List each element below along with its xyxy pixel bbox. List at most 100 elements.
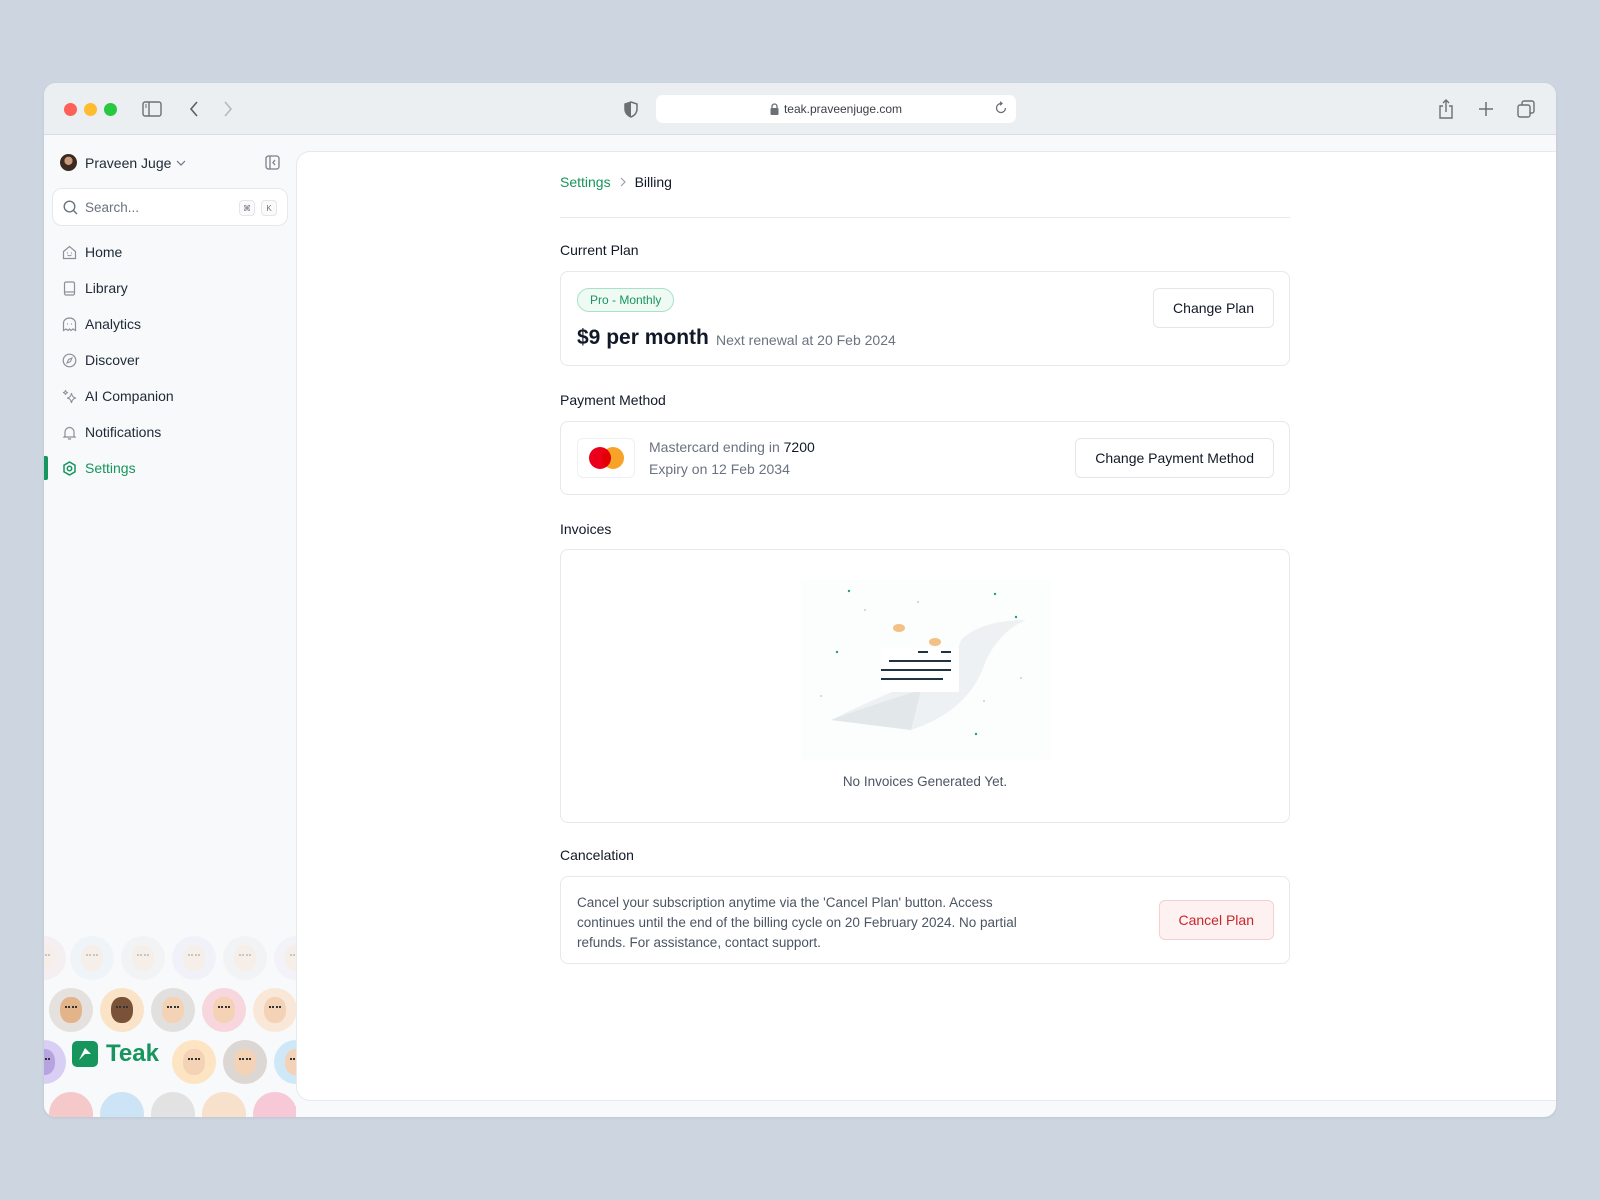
memoji-avatar — [44, 1040, 66, 1084]
close-window-button[interactable] — [64, 103, 77, 116]
sidebar-toggle-icon[interactable] — [140, 97, 164, 121]
empty-invoices-illustration — [801, 580, 1051, 760]
memoji-avatar — [70, 936, 114, 980]
user-name: Praveen Juge — [85, 154, 172, 171]
header-divider — [560, 217, 1290, 218]
memoji-avatar — [223, 1040, 267, 1084]
address-bar[interactable]: teak.praveenjuge.com — [656, 95, 1016, 123]
collapse-sidebar-icon[interactable] — [265, 155, 280, 170]
card-expiry: Expiry on 12 Feb 2034 — [649, 461, 790, 477]
memoji-avatar — [223, 936, 267, 980]
breadcrumb: Settings Billing — [560, 174, 672, 190]
memoji-avatar — [172, 936, 216, 980]
new-tab-icon[interactable] — [1474, 97, 1498, 121]
memoji-avatar — [49, 988, 93, 1032]
breadcrumb-settings-link[interactable]: Settings — [560, 174, 611, 190]
user-menu[interactable]: Praveen Juge — [60, 154, 186, 171]
brand-name: Teak — [106, 1040, 159, 1067]
payment-method-card: Mastercard ending in 7200 Expiry on 12 F… — [560, 421, 1290, 495]
sidebar-nav: Home Library Analytics Discover AI Compa… — [44, 234, 296, 486]
sidebar-item-label: Home — [85, 244, 123, 260]
sidebar-item-ai-companion[interactable]: AI Companion — [44, 378, 296, 414]
memoji-avatar — [121, 936, 165, 980]
tabs-overview-icon[interactable] — [1514, 97, 1538, 121]
analytics-icon — [62, 316, 77, 332]
memoji-avatar — [49, 1092, 93, 1117]
memoji-avatar — [253, 988, 296, 1032]
current-plan-title: Current Plan — [560, 242, 639, 258]
settings-icon — [62, 460, 77, 476]
share-icon[interactable] — [1434, 97, 1458, 121]
avatar — [60, 154, 77, 171]
sidebar-item-label: Library — [85, 280, 128, 296]
sidebar-item-home[interactable]: Home — [44, 234, 296, 270]
memoji-avatar — [151, 1092, 195, 1117]
memoji-avatar — [274, 1040, 296, 1084]
lock-icon — [770, 103, 779, 115]
mastercard-icon — [577, 438, 635, 478]
search-box[interactable]: ⌘ K — [52, 188, 288, 226]
cancel-plan-button[interactable]: Cancel Plan — [1158, 900, 1274, 940]
card-info: Mastercard ending in 7200 — [649, 439, 815, 455]
card-last4: 7200 — [783, 439, 815, 455]
sidebar-item-notifications[interactable]: Notifications — [44, 414, 296, 450]
memoji-avatar — [100, 988, 144, 1032]
main-content: Settings Billing Current Plan Pro - Mont… — [296, 151, 1556, 1101]
plan-price: $9 per month — [577, 326, 709, 349]
sidebar-item-analytics[interactable]: Analytics — [44, 306, 296, 342]
sidebar-item-label: Discover — [85, 352, 140, 368]
current-plan-card: Pro - Monthly $9 per month Next renewal … — [560, 271, 1290, 366]
card-label: Mastercard ending in — [649, 439, 780, 455]
url-text: teak.praveenjuge.com — [783, 102, 903, 116]
memoji-avatar — [100, 1092, 144, 1117]
back-icon[interactable] — [182, 97, 206, 121]
search-input[interactable] — [85, 199, 225, 215]
book-icon — [62, 280, 77, 296]
memoji-collage — [44, 926, 296, 1117]
teak-logo: Teak — [72, 1040, 159, 1068]
sidebar-item-library[interactable]: Library — [44, 270, 296, 306]
empty-invoices-message: No Invoices Generated Yet. — [842, 774, 1008, 789]
shortcut-key-cmd: ⌘ — [239, 200, 255, 216]
change-payment-method-button[interactable]: Change Payment Method — [1075, 438, 1274, 478]
sidebar-item-settings[interactable]: Settings — [44, 450, 296, 486]
sidebar-item-discover[interactable]: Discover — [44, 342, 296, 378]
payment-method-title: Payment Method — [560, 392, 666, 408]
renewal-date: Next renewal at 20 Feb 2024 — [716, 332, 896, 348]
teak-logo-icon — [72, 1041, 98, 1067]
browser-window: teak.praveenjuge.com Praveen Juge Search… — [44, 83, 1556, 1117]
sparkles-icon — [62, 389, 77, 404]
memoji-avatar — [202, 988, 246, 1032]
browser-toolbar: teak.praveenjuge.com — [44, 83, 1556, 135]
chevron-right-icon — [620, 177, 626, 187]
search-icon — [63, 199, 78, 215]
shortcut-key-k: K — [261, 200, 277, 216]
memoji-avatar — [274, 936, 296, 980]
cancelation-description: Cancel your subscription anytime via the… — [577, 895, 1017, 950]
sidebar-item-label: Analytics — [85, 316, 142, 332]
memoji-avatar — [253, 1092, 296, 1117]
sidebar: Praveen Juge ⌘ K Home Library — [44, 136, 296, 1117]
compass-icon — [62, 353, 77, 368]
sidebar-item-label: Settings — [85, 460, 136, 476]
minimize-window-button[interactable] — [84, 103, 97, 116]
memoji-avatar — [202, 1092, 246, 1117]
invoices-card: No Invoices Generated Yet. — [560, 549, 1290, 823]
memoji-avatar — [44, 936, 66, 980]
plan-badge: Pro - Monthly — [577, 288, 675, 312]
home-icon — [62, 245, 77, 260]
sidebar-item-label: AI Companion — [85, 388, 174, 404]
chevron-down-icon — [176, 160, 186, 166]
cancelation-title: Cancelation — [560, 847, 634, 863]
memoji-avatar — [172, 1040, 216, 1084]
maximize-window-button[interactable] — [104, 103, 117, 116]
breadcrumb-current: Billing — [634, 174, 672, 190]
shield-icon[interactable] — [619, 97, 643, 121]
forward-icon[interactable] — [216, 97, 240, 121]
memoji-avatar — [151, 988, 195, 1032]
bell-icon — [62, 425, 77, 440]
cancelation-card: Cancel your subscription anytime via the… — [560, 876, 1290, 964]
reload-icon[interactable] — [994, 101, 1008, 115]
sidebar-item-label: Notifications — [85, 424, 162, 440]
change-plan-button[interactable]: Change Plan — [1153, 288, 1274, 328]
